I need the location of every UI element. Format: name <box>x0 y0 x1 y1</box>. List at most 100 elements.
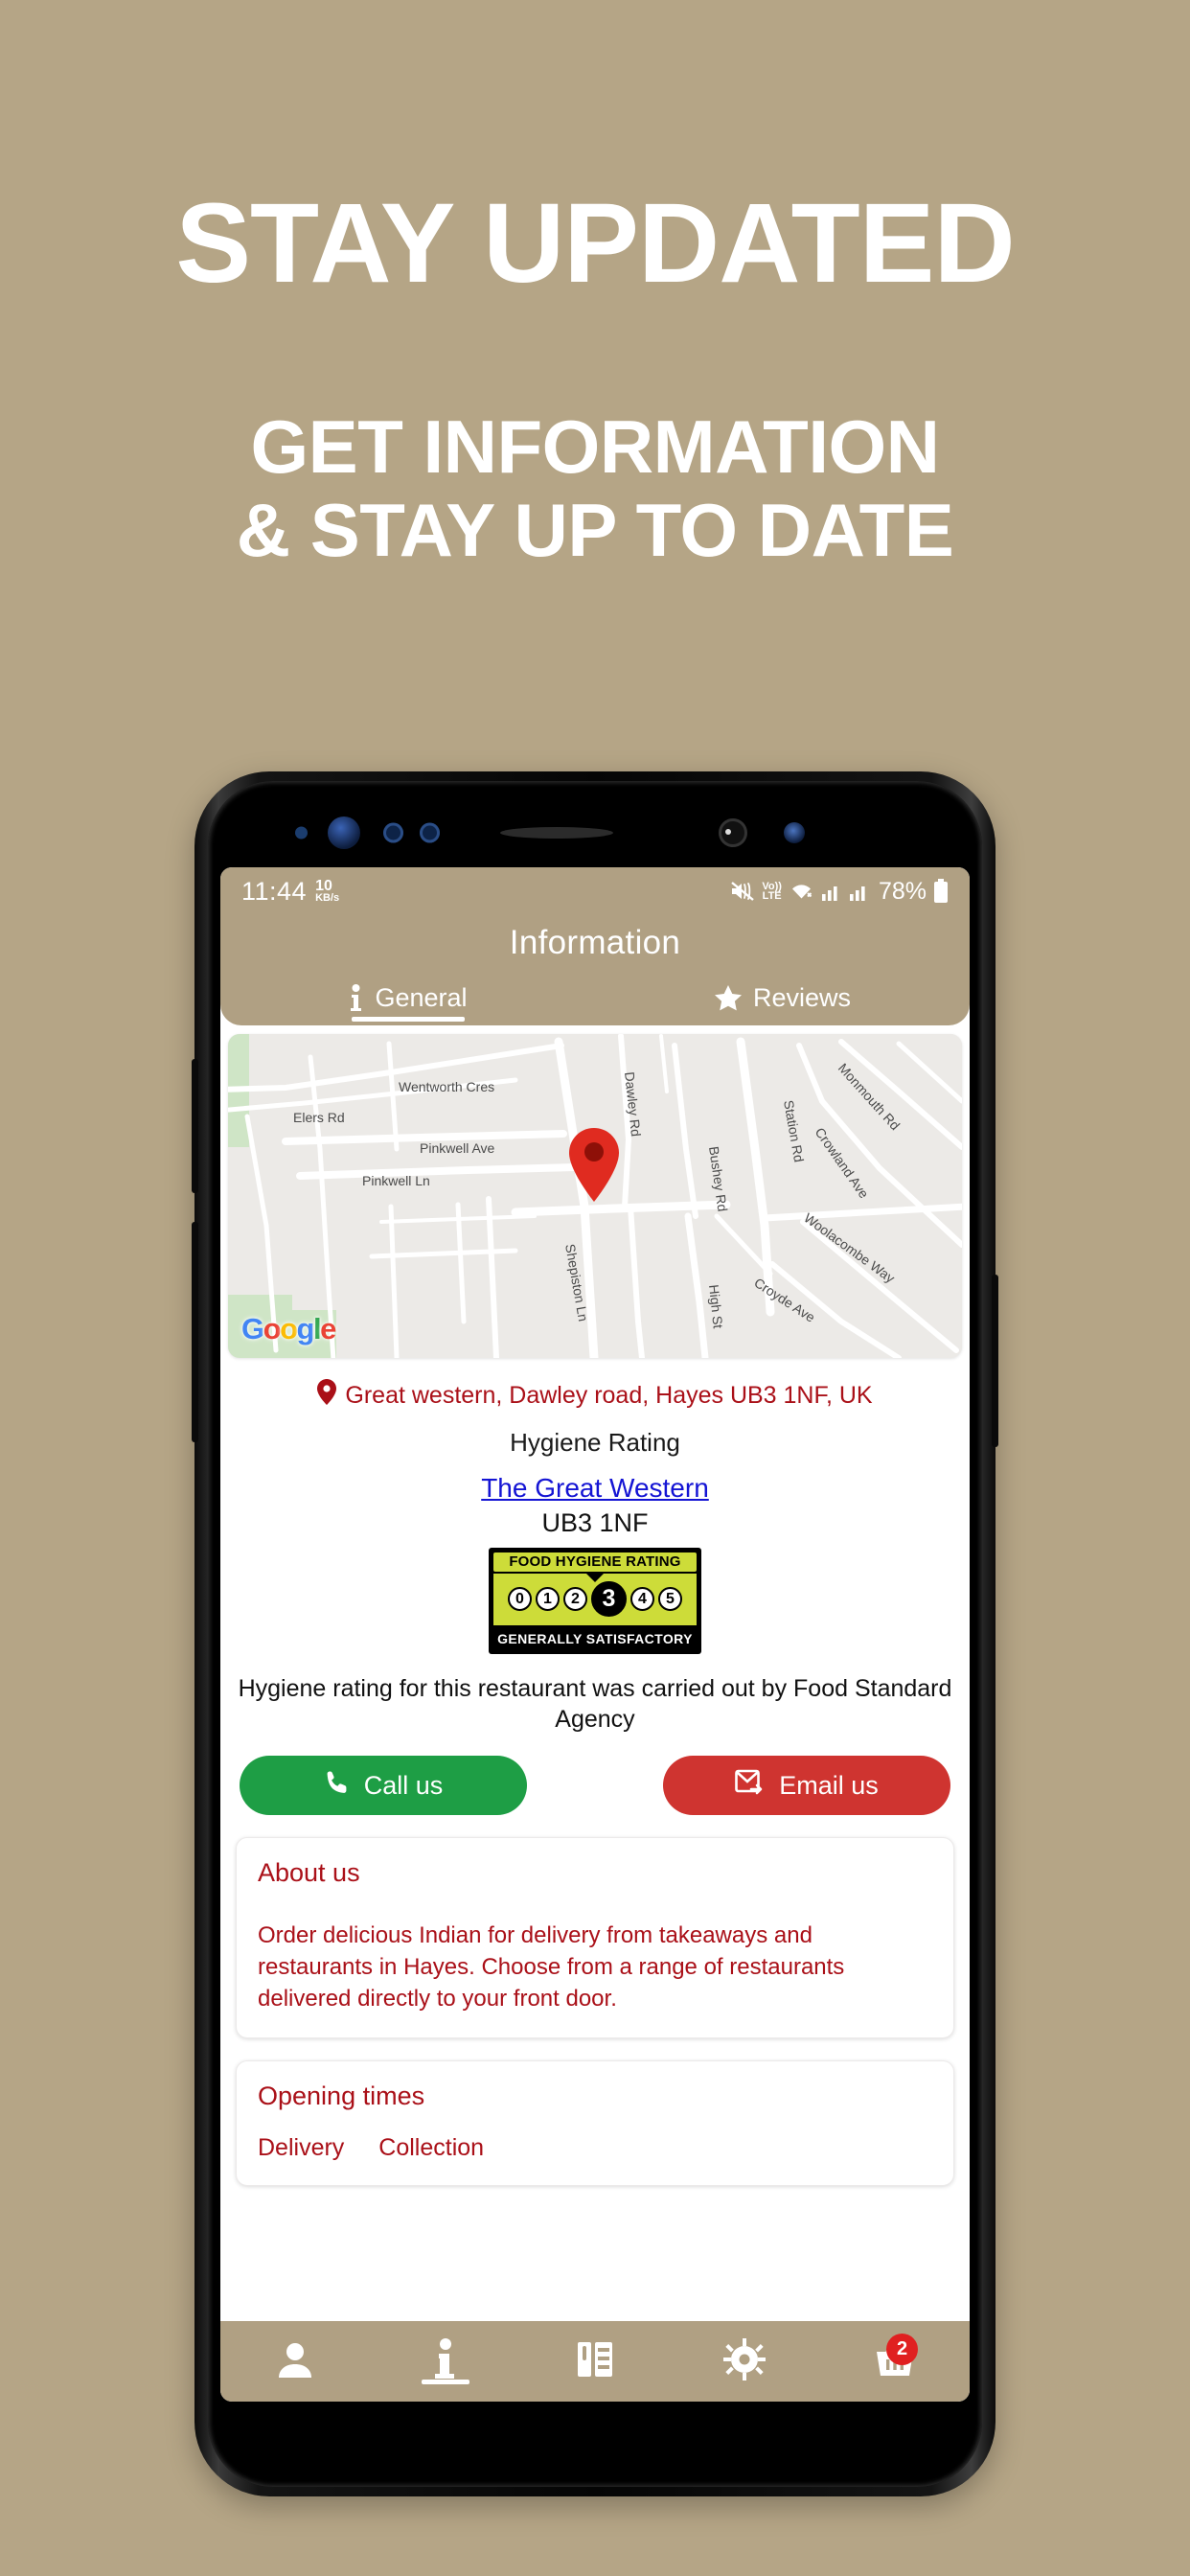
opening-times-title: Opening times <box>258 2082 425 2111</box>
google-logo-letter: l <box>312 1312 322 1346</box>
signal-bars-icon <box>821 882 842 901</box>
map-canvas: Wentworth Cres Elers Rd Pinkwell Ave Pin… <box>228 1034 962 1358</box>
fhr-score-4: 4 <box>630 1587 654 1611</box>
about-us-title: About us <box>258 1858 360 1887</box>
tab-bar: General Reviews <box>220 978 970 1022</box>
power-button[interactable] <box>992 1275 998 1447</box>
nav-menu[interactable] <box>520 2321 670 2402</box>
google-logo-letter: e <box>320 1312 336 1346</box>
status-bar-network-speed: 10 KB/s <box>315 878 340 905</box>
star-icon <box>714 984 743 1012</box>
tab-general-label: General <box>375 983 468 1012</box>
phone-sensor-cluster <box>220 806 970 860</box>
tab-active-indicator <box>351 1017 465 1022</box>
fhr-title: FOOD HYGIENE RATING <box>492 1551 698 1574</box>
page-title: Information <box>509 924 681 961</box>
fhr-score-selected: 3 <box>591 1581 627 1617</box>
hygiene-rating-link[interactable]: The Great Western <box>226 1458 964 1504</box>
iris-scanner-icon <box>328 816 360 849</box>
status-bar-icons: Vo)) LTE 78% <box>730 878 949 906</box>
battery-icon <box>933 879 949 904</box>
fhr-score-1: 1 <box>536 1587 560 1611</box>
wifi-icon <box>789 881 814 902</box>
map-street-label: Elers Rd <box>293 1110 345 1125</box>
call-us-label: Call us <box>363 1770 444 1800</box>
hygiene-rating-heading: Hygiene Rating <box>510 1428 680 1457</box>
map-view[interactable]: Wentworth Cres Elers Rd Pinkwell Ave Pin… <box>228 1034 962 1358</box>
volume-down-button[interactable] <box>192 1222 198 1442</box>
address-text: Great western, Dawley road, Hayes UB3 1N… <box>345 1381 873 1409</box>
promo-headline-secondary-line2: & STAY UP TO DATE <box>236 488 954 573</box>
nav-account[interactable] <box>220 2321 370 2402</box>
volte-icon: Vo)) LTE <box>762 881 782 902</box>
hygiene-postcode: UB3 1NF <box>541 1508 649 1537</box>
gear-icon <box>723 2337 767 2385</box>
fsa-note: Hygiene rating for this restaurant was c… <box>238 1675 952 1733</box>
opening-times-modes: Delivery Collection <box>258 2111 932 2162</box>
status-bar-clock: 11:44 <box>241 876 308 906</box>
app-header: 11:44 10 KB/s Vo)) LTE 78% Information G… <box>220 867 970 1025</box>
phone-icon <box>324 1769 351 1803</box>
map-street-label: Pinkwell Ln <box>362 1173 430 1188</box>
signal-bars-icon-2 <box>849 882 870 901</box>
status-bar: 11:44 10 KB/s Vo)) LTE 78% <box>220 867 970 915</box>
info-icon <box>348 983 364 1013</box>
proximity-sensor-icon <box>295 826 308 840</box>
nav-active-indicator <box>421 2380 469 2384</box>
google-logo-letter: o <box>280 1312 298 1346</box>
tab-reviews[interactable]: Reviews <box>595 978 970 1022</box>
map-street-label: Wentworth Cres <box>399 1079 494 1094</box>
mute-icon <box>730 881 755 902</box>
front-camera-icon <box>719 818 747 847</box>
call-us-button[interactable]: Call us <box>240 1756 527 1815</box>
volume-up-button[interactable] <box>192 1059 198 1193</box>
fhr-caption: GENERALLY SATISFACTORY <box>492 1627 698 1651</box>
bottom-navigation-bar: 2 <box>220 2321 970 2402</box>
nav-settings[interactable] <box>670 2321 819 2402</box>
about-us-text: Order delicious Indian for delivery from… <box>258 1922 845 2012</box>
tab-general[interactable]: General <box>220 978 595 1022</box>
map-street-label: Pinkwell Ave <box>420 1140 495 1156</box>
network-speed-unit: KB/s <box>315 892 340 905</box>
promo-banner: STAY UPDATED GET INFORMATION & STAY UP T… <box>0 0 1190 573</box>
fhr-scale: 0 1 2 3 4 5 <box>492 1574 698 1627</box>
fhr-score-0: 0 <box>508 1587 532 1611</box>
email-us-label: Email us <box>779 1770 879 1800</box>
promo-headline-primary: STAY UPDATED <box>175 180 1015 307</box>
volte-line2: LTE <box>762 890 782 902</box>
phone-mockup: 11:44 10 KB/s Vo)) LTE 78% Information G… <box>192 771 998 2496</box>
location-pin-icon <box>317 1379 337 1412</box>
tab-reviews-label: Reviews <box>752 983 852 1012</box>
food-hygiene-rating-badge: FOOD HYGIENE RATING 0 1 2 3 4 5 GENERALL… <box>489 1548 701 1654</box>
network-speed-value: 10 <box>315 878 332 895</box>
fhr-score-5: 5 <box>658 1587 682 1611</box>
email-icon <box>735 1769 766 1803</box>
earpiece-speaker <box>500 827 613 839</box>
about-us-card: About us Order delicious Indian for deli… <box>236 1837 954 2039</box>
email-us-button[interactable]: Email us <box>663 1756 950 1815</box>
google-logo-letter: g <box>296 1312 315 1346</box>
led-indicator-icon <box>420 822 440 843</box>
google-logo-letter: o <box>263 1312 282 1346</box>
menu-book-icon <box>575 2339 615 2384</box>
basket-badge: 2 <box>886 2334 919 2365</box>
opening-times-delivery-tab[interactable]: Delivery <box>258 2134 344 2162</box>
secondary-sensor-icon <box>784 822 805 843</box>
phone-screen: 11:44 10 KB/s Vo)) LTE 78% Information G… <box>220 867 970 2402</box>
google-logo-letter: G <box>241 1312 264 1346</box>
promo-headline-secondary-line1: GET INFORMATION <box>250 404 941 489</box>
light-sensor-icon <box>383 822 403 843</box>
nav-basket[interactable]: 2 <box>820 2321 970 2402</box>
address-row[interactable]: Great western, Dawley road, Hayes UB3 1N… <box>226 1358 964 1412</box>
google-logo: Google <box>241 1312 336 1346</box>
person-icon <box>275 2339 315 2384</box>
fhr-score-2: 2 <box>563 1587 587 1611</box>
info-icon <box>433 2337 458 2385</box>
battery-percent-label: 78% <box>878 877 927 905</box>
contact-buttons: Call us Email us <box>226 1735 964 1815</box>
nav-information[interactable] <box>370 2321 519 2402</box>
opening-times-card: Opening times Delivery Collection <box>236 2060 954 2187</box>
info-body: Great western, Dawley road, Hayes UB3 1N… <box>220 1358 970 2187</box>
promo-headline-secondary: GET INFORMATION & STAY UP TO DATE <box>0 300 1190 573</box>
opening-times-collection-tab[interactable]: Collection <box>378 2134 484 2162</box>
